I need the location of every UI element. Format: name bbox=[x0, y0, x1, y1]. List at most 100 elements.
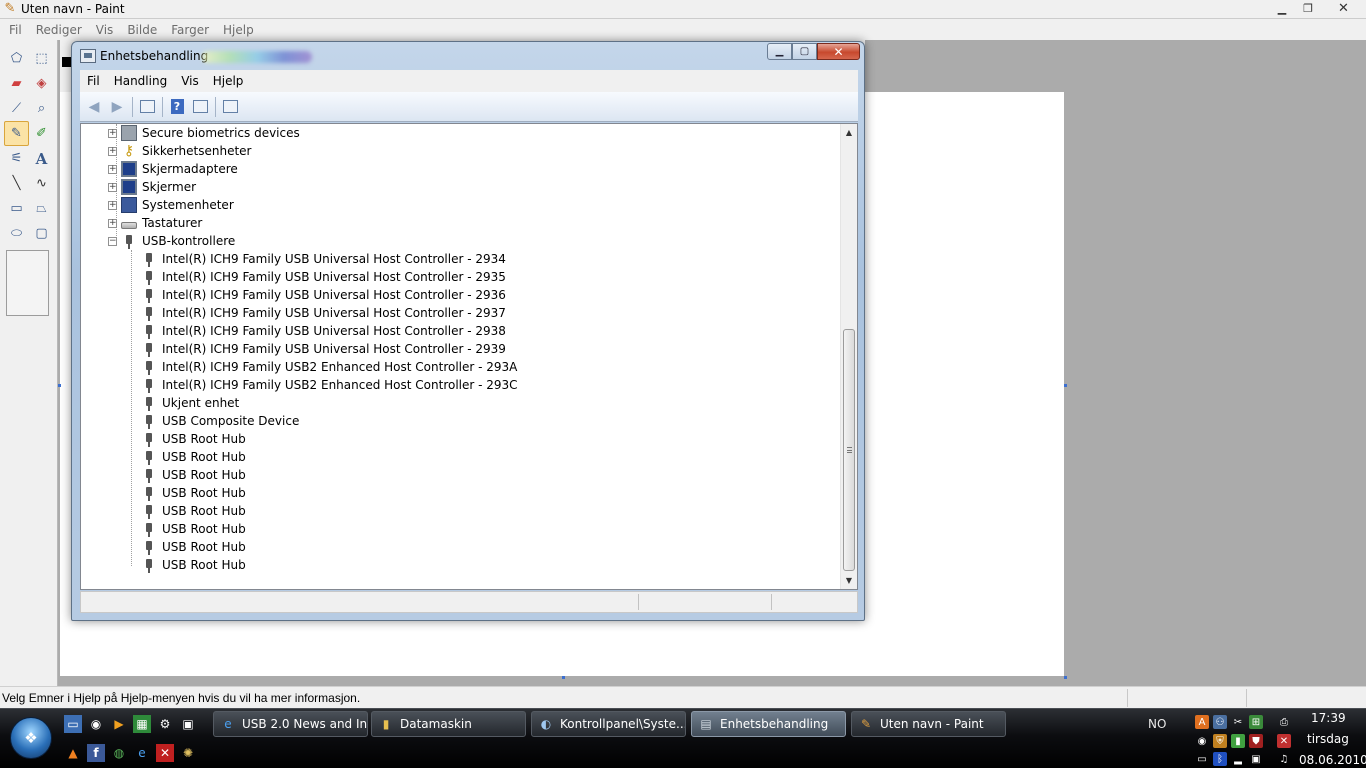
taskbar-item-enhetsbehandling[interactable]: ▤ Enhetsbehandling bbox=[691, 711, 846, 737]
facebook-icon[interactable]: f bbox=[87, 744, 105, 762]
tray-security-icon[interactable]: ⛊ bbox=[1249, 734, 1263, 748]
dm-maximize-button[interactable]: ▢ bbox=[792, 43, 817, 60]
tree-item-usb-device[interactable]: USB Root Hub bbox=[141, 448, 246, 466]
canvas-resize-handle[interactable] bbox=[562, 676, 565, 679]
tray-battery-icon[interactable]: ▮ bbox=[1231, 734, 1245, 748]
show-hide-console-tree-button[interactable] bbox=[136, 96, 158, 118]
tray-wifi-icon[interactable]: ▂ bbox=[1231, 752, 1245, 766]
dm-menu-handling[interactable]: Handling bbox=[107, 74, 175, 88]
taskbar-item-datamaskin[interactable]: ▮ Datamaskin bbox=[371, 711, 526, 737]
taskbar-item-ie[interactable]: e USB 2.0 News and In... bbox=[213, 711, 368, 737]
scrollbar-thumb[interactable] bbox=[843, 329, 855, 571]
tree-item-usb-device[interactable]: USB Root Hub bbox=[141, 466, 246, 484]
dm-menu-hjelp[interactable]: Hjelp bbox=[206, 74, 251, 88]
free-select-tool-icon[interactable]: ⬠ bbox=[4, 46, 29, 71]
airbrush-tool-icon[interactable]: ⚟ bbox=[4, 146, 29, 171]
paint-menu-vis[interactable]: Vis bbox=[89, 23, 121, 37]
eraser-tool-icon[interactable]: ▰ bbox=[4, 71, 29, 96]
scroll-down-arrow-icon[interactable]: ▼ bbox=[841, 572, 857, 589]
vlc-icon[interactable]: ▲ bbox=[64, 744, 82, 762]
tree-expander-plus[interactable]: + bbox=[108, 129, 117, 138]
tray-volume-icon[interactable]: ♫ bbox=[1277, 752, 1291, 766]
tray-hardware-icon[interactable]: ⎙ bbox=[1277, 715, 1291, 729]
tool-options-box[interactable] bbox=[6, 250, 49, 316]
tray-tool-icon[interactable]: ✂ bbox=[1231, 715, 1245, 729]
dm-minimize-button[interactable]: ▁ bbox=[767, 43, 792, 60]
forward-arrow-icon[interactable]: ▶ bbox=[106, 96, 128, 118]
rect-select-tool-icon[interactable]: ⬚ bbox=[29, 46, 54, 71]
paint-titlebar[interactable]: ✎ Uten navn - Paint ▁ ❐ ✕ bbox=[0, 0, 1366, 19]
tree-item-usb-device[interactable]: Intel(R) ICH9 Family USB Universal Host … bbox=[141, 304, 506, 322]
red-app-icon[interactable]: ✕ bbox=[156, 744, 174, 762]
paint-maximize-button[interactable]: ❐ bbox=[1295, 0, 1321, 17]
ellipse-tool-icon[interactable]: ⬭ bbox=[4, 221, 29, 246]
tray-steam-icon[interactable]: ◉ bbox=[1195, 734, 1209, 748]
dm-menu-vis[interactable]: Vis bbox=[174, 74, 206, 88]
tree-item-usb-device[interactable]: USB Root Hub bbox=[141, 520, 246, 538]
tree-category-tastaturer[interactable]: Tastaturer bbox=[121, 214, 202, 232]
fill-tool-icon[interactable]: ◈ bbox=[29, 71, 54, 96]
paint-close-button[interactable]: ✕ bbox=[1321, 0, 1366, 17]
tree-item-usb-device[interactable]: Intel(R) ICH9 Family USB Universal Host … bbox=[141, 286, 506, 304]
tree-item-usb-device[interactable]: USB Root Hub bbox=[141, 430, 246, 448]
scroll-up-arrow-icon[interactable]: ▲ bbox=[841, 124, 857, 141]
tree-category-sikkerhetsenheter[interactable]: ⚷ Sikkerhetsenheter bbox=[121, 142, 252, 160]
dm-close-button[interactable]: ✕ bbox=[817, 43, 860, 60]
help-button[interactable]: ? bbox=[166, 96, 188, 118]
paint-menu-bilde[interactable]: Bilde bbox=[120, 23, 164, 37]
media-player-icon[interactable]: ▶ bbox=[110, 715, 128, 733]
scan-hardware-button[interactable] bbox=[219, 96, 241, 118]
tree-expander-plus[interactable]: + bbox=[108, 165, 117, 174]
tray-app-icon[interactable]: A bbox=[1195, 715, 1209, 729]
tree-expander-plus[interactable]: + bbox=[108, 183, 117, 192]
dm-menu-fil[interactable]: Fil bbox=[80, 74, 107, 88]
globe-icon[interactable]: ◍ bbox=[110, 744, 128, 762]
tree-category-secure-biometrics[interactable]: Secure biometrics devices bbox=[121, 124, 300, 142]
device-tree[interactable]: Secure biometrics devices ⚷ Sikkerhetsen… bbox=[80, 123, 858, 590]
tree-expander-minus[interactable]: − bbox=[108, 237, 117, 246]
brush-tool-icon[interactable]: ✐ bbox=[29, 121, 54, 146]
window-switcher-icon[interactable]: ▣ bbox=[179, 715, 197, 733]
tree-item-usb-device[interactable]: USB Root Hub bbox=[141, 556, 246, 574]
tree-item-usb-device[interactable]: Intel(R) ICH9 Family USB Universal Host … bbox=[141, 340, 506, 358]
tree-expander-plus[interactable]: + bbox=[108, 219, 117, 228]
game-app-icon[interactable]: ✺ bbox=[179, 744, 197, 762]
tree-item-usb-device[interactable]: Intel(R) ICH9 Family USB2 Enhanced Host … bbox=[141, 358, 517, 376]
tree-item-usb-device[interactable]: Intel(R) ICH9 Family USB Universal Host … bbox=[141, 250, 506, 268]
tree-expander-plus[interactable]: + bbox=[108, 201, 117, 210]
pencil-tool-icon[interactable]: ✎ bbox=[4, 121, 29, 146]
properties-button[interactable] bbox=[189, 96, 211, 118]
tree-item-usb-device[interactable]: Intel(R) ICH9 Family USB Universal Host … bbox=[141, 268, 506, 286]
tray-bluetooth-icon[interactable]: ᛒ bbox=[1213, 752, 1227, 766]
taskbar-item-kontrollpanel[interactable]: ◐ Kontrollpanel\Syste... bbox=[531, 711, 686, 737]
paint-menu-fil[interactable]: Fil bbox=[2, 23, 29, 37]
tree-category-usb-kontrollere[interactable]: USB-kontrollere bbox=[121, 232, 235, 250]
polygon-tool-icon[interactable]: ⏢ bbox=[29, 196, 54, 221]
calendar-app-icon[interactable]: ▦ bbox=[133, 715, 151, 733]
tree-expander-plus[interactable]: + bbox=[108, 147, 117, 156]
back-arrow-icon[interactable]: ◀ bbox=[83, 96, 105, 118]
tree-item-usb-device[interactable]: USB Composite Device bbox=[141, 412, 299, 430]
clock-day[interactable]: tirsdag bbox=[1307, 732, 1349, 746]
device-tree-scrollbar[interactable]: ▲ ▼ bbox=[840, 124, 857, 589]
language-indicator[interactable]: NO bbox=[1148, 717, 1166, 731]
tree-item-usb-device[interactable]: USB Root Hub bbox=[141, 502, 246, 520]
tree-item-usb-device[interactable]: Intel(R) ICH9 Family USB2 Enhanced Host … bbox=[141, 376, 518, 394]
tray-network-icon[interactable]: ⚇ bbox=[1213, 715, 1227, 729]
tree-item-usb-device[interactable]: USB Root Hub bbox=[141, 484, 246, 502]
tray-warning-icon[interactable]: ✕ bbox=[1277, 734, 1291, 748]
paint-menu-farger[interactable]: Farger bbox=[164, 23, 216, 37]
text-tool-icon[interactable]: A bbox=[29, 146, 54, 171]
tray-shield-icon[interactable]: ⛨ bbox=[1213, 734, 1227, 748]
canvas-resize-handle[interactable] bbox=[1064, 676, 1067, 679]
rectangle-tool-icon[interactable]: ▭ bbox=[4, 196, 29, 221]
magnifier-tool-icon[interactable]: ⌕ bbox=[29, 96, 54, 121]
show-desktop-icon[interactable]: ▭ bbox=[64, 715, 82, 733]
color-picker-tool-icon[interactable]: ⟋ bbox=[4, 96, 29, 121]
curve-tool-icon[interactable]: ∿ bbox=[29, 171, 54, 196]
media-center-icon[interactable]: ◉ bbox=[87, 715, 105, 733]
paint-menu-hjelp[interactable]: Hjelp bbox=[216, 23, 261, 37]
tree-item-usb-device[interactable]: Intel(R) ICH9 Family USB Universal Host … bbox=[141, 322, 506, 340]
canvas-resize-handle[interactable] bbox=[58, 384, 61, 387]
ie-quicklaunch-icon[interactable]: e bbox=[133, 744, 151, 762]
